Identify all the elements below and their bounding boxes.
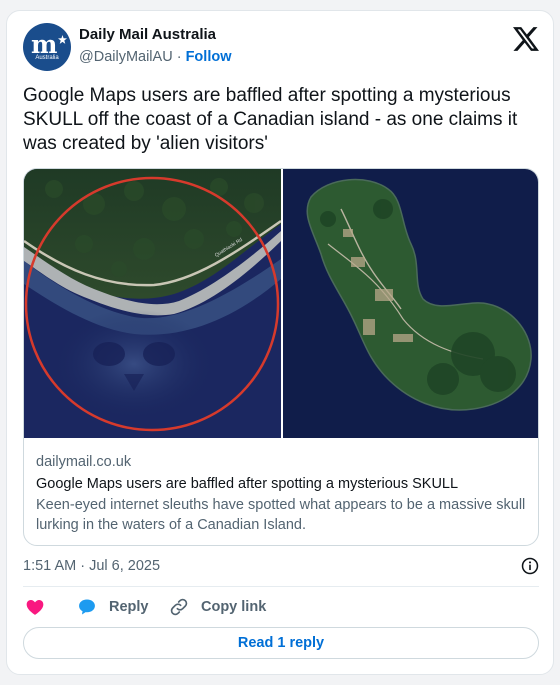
- link-icon: [170, 598, 188, 616]
- like-button[interactable]: [25, 595, 57, 619]
- reply-label: Reply: [109, 599, 149, 615]
- info-icon[interactable]: [521, 557, 539, 575]
- star-icon: [58, 35, 67, 44]
- handle-separator: ·: [172, 49, 186, 65]
- tweet-meta: 1:51 AM · Jul 6, 2025: [23, 555, 539, 577]
- timestamp[interactable]: 1:51 AM · Jul 6, 2025: [23, 558, 160, 574]
- divider: [23, 586, 539, 587]
- tweet-text: Google Maps users are baffled after spot…: [23, 85, 518, 154]
- display-name[interactable]: Daily Mail Australia: [79, 25, 232, 45]
- tweet-header: m Australia Daily Mail Australia @DailyM…: [23, 23, 539, 73]
- skull-shape-satellite-image[interactable]: Quathiaski Rd: [24, 169, 281, 438]
- account-handle[interactable]: @DailyMailAU: [79, 49, 173, 65]
- reply-button[interactable]: Reply: [77, 595, 149, 619]
- link-domain: dailymail.co.uk: [36, 454, 132, 470]
- link-info: dailymail.co.uk Google Maps users are ba…: [36, 452, 528, 535]
- copy-link-label: Copy link: [201, 599, 267, 615]
- link-preview-card[interactable]: Quathiaski Rd dailymail.co.uk Google Map…: [23, 168, 539, 546]
- avatar-caption: Australia: [35, 55, 59, 61]
- island-satellite-image[interactable]: [283, 169, 539, 438]
- link-description: Keen-eyed internet sleuths have spotted …: [36, 497, 526, 533]
- speech-bubble-icon: [79, 599, 95, 615]
- action-bar: Reply Copy link: [23, 595, 539, 619]
- link-title: Google Maps users are baffled after spot…: [36, 476, 459, 492]
- avatar[interactable]: m Australia: [23, 23, 71, 71]
- account-names: Daily Mail Australia @DailyMailAU · Foll…: [79, 25, 232, 67]
- x-logo-icon[interactable]: [513, 27, 539, 51]
- follow-button[interactable]: Follow: [186, 49, 232, 65]
- read-replies-button[interactable]: Read 1 reply: [23, 627, 539, 659]
- copy-link-button[interactable]: Copy link: [169, 595, 266, 619]
- tweet-card: m Australia Daily Mail Australia @DailyM…: [6, 10, 554, 675]
- handle-row: @DailyMailAU · Follow: [79, 47, 232, 67]
- heart-icon: [26, 600, 44, 615]
